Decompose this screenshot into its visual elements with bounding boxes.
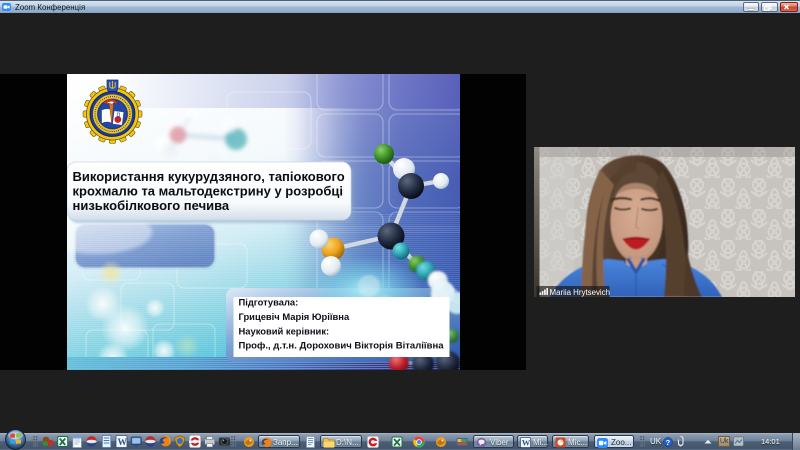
svg-text:Грицевіч Марія Юріївна: Грицевіч Марія Юріївна — [239, 311, 350, 322]
svg-text:Проф., д.т.н. Дорохович Віктор: Проф., д.т.н. Дорохович Вікторія Віталії… — [239, 340, 445, 351]
svg-text:Підготувала:: Підготувала: — [239, 297, 299, 308]
svg-text:низькобілкового печива: низькобілкового печива — [73, 198, 230, 213]
svg-text:крохмалю та мальтодекстрину у: крохмалю та мальтодекстрину у розробці — [73, 184, 343, 199]
svg-text:?: ? — [666, 438, 671, 447]
svg-text:Використання кукурудзяного, та: Використання кукурудзяного, тапіокового — [73, 169, 345, 184]
svg-text:Науковий керівник:: Науковий керівник: — [239, 326, 330, 337]
svg-text:W: W — [118, 438, 128, 448]
svg-text:Mariia Hrytsevich: Mariia Hrytsevich — [550, 288, 611, 297]
svg-text:W: W — [522, 438, 531, 448]
